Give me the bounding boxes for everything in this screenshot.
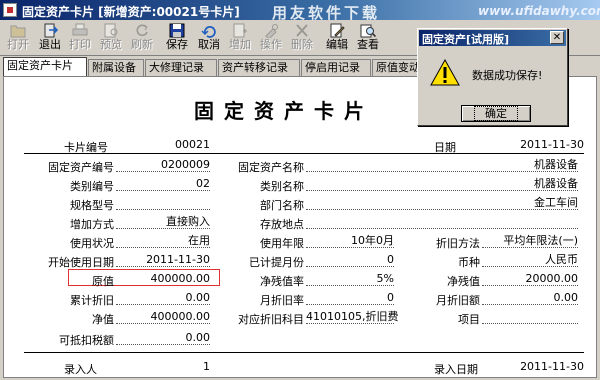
preview-icon [104, 23, 118, 38]
accrued-months-label: 已计提月份 [249, 256, 304, 269]
window-title: 固定资产卡片 [新增资产:00021号卡片] [22, 5, 240, 19]
tab-attached-equipment[interactable]: 附属设备 [88, 59, 144, 76]
delete-icon [296, 24, 308, 37]
footer-divider [24, 352, 584, 353]
monthly-depr-label: 月折旧额 [436, 294, 480, 307]
deductible-tax-field[interactable]: 0.00 [116, 331, 210, 345]
delete-button[interactable]: 删除 [286, 22, 318, 54]
deductible-tax-label: 可抵扣税额 [59, 334, 114, 347]
view-button[interactable]: 查看 [352, 22, 384, 54]
category-name-field[interactable]: 机器设备 [306, 177, 578, 191]
life-field[interactable]: 10年0月 [306, 234, 394, 248]
exit-icon [44, 23, 58, 38]
tab-asset-card[interactable]: 固定资产卡片 [3, 57, 87, 76]
date-value: 2011-11-30 [520, 138, 584, 151]
location-label: 存放地点 [260, 218, 304, 231]
dialog-title: 固定资产[试用版] [422, 33, 510, 46]
ok-button-label: 确定 [474, 106, 518, 121]
dialog-close-button[interactable]: ✕ [550, 31, 564, 44]
salvage-value-label: 净残值 [447, 275, 480, 288]
add-icon [233, 23, 247, 38]
cancel-icon [201, 26, 216, 38]
asset-code-field[interactable]: 0200009 [116, 158, 210, 172]
entry-date-label: 录入日期 [434, 363, 478, 376]
card-no-value: 00021 [175, 138, 210, 151]
add-method-field[interactable]: 直接购入 [116, 215, 210, 229]
category-code-field[interactable]: 02 [116, 177, 210, 191]
save-success-dialog: 固定资产[试用版] ✕ 数据成功保存! 确定 [417, 28, 568, 126]
asset-name-label: 固定资产名称 [238, 161, 304, 174]
usage-field[interactable]: 在用 [116, 234, 210, 248]
printer-icon [72, 23, 88, 36]
ok-button[interactable]: 确定 [461, 105, 531, 122]
asset-code-label: 固定资产编号 [48, 161, 114, 174]
tab-transfer-records[interactable]: 资产转移记录 [218, 59, 300, 76]
card-title: 固定资产卡片 [194, 99, 374, 123]
dialog-titlebar[interactable]: 固定资产[试用版] ✕ [419, 30, 566, 46]
net-value-field[interactable]: 400000.00 [116, 310, 210, 324]
add-method-label: 增加方式 [70, 218, 114, 231]
folder-open-icon [10, 25, 26, 38]
tab-start-stop-records[interactable]: 停启用记录 [301, 59, 371, 76]
dept-label: 部门名称 [260, 199, 304, 212]
dialog-message: 数据成功保存! [472, 69, 543, 82]
asset-name-field[interactable]: 机器设备 [306, 158, 578, 172]
life-label: 使用年限 [260, 237, 304, 250]
monthly-depr-field[interactable]: 0.00 [482, 291, 578, 305]
entry-date-value: 2011-11-30 [520, 360, 584, 373]
tab-value-change[interactable]: 原值变动 [372, 59, 420, 76]
accrued-months-field[interactable]: 0 [306, 253, 394, 267]
original-value-label: 原值 [92, 275, 114, 288]
close-icon: ✕ [552, 32, 562, 43]
app-icon [3, 3, 17, 17]
currency-label: 币种 [458, 256, 480, 269]
view-icon [360, 24, 376, 38]
tab-overhaul-records[interactable]: 大修理记录 [145, 59, 217, 76]
salvage-rate-label: 净残值率 [260, 275, 304, 288]
spec-label: 规格型号 [70, 199, 114, 212]
project-field[interactable] [482, 310, 578, 324]
edit-icon [330, 23, 345, 38]
refresh-icon [136, 24, 148, 37]
monthly-rate-field[interactable]: 0 [306, 291, 394, 305]
start-date-field[interactable]: 2011-11-30 [116, 253, 210, 267]
net-value-label: 净值 [92, 313, 114, 326]
project-label: 项目 [458, 313, 480, 326]
save-icon [169, 23, 185, 38]
entered-by-value: 1 [203, 360, 210, 373]
watermark-url: www.ufidawhy.com [478, 4, 600, 18]
currency-field[interactable]: 人民币 [482, 253, 578, 267]
accum-depr-label: 累计折旧 [70, 294, 114, 307]
location-field[interactable] [306, 215, 578, 229]
original-value-field[interactable]: 400000.00 [116, 272, 211, 286]
spec-field[interactable] [116, 196, 210, 210]
accum-depr-field[interactable]: 0.00 [116, 291, 210, 305]
start-date-label: 开始使用日期 [48, 256, 114, 269]
depr-account-field[interactable]: 41010105,折旧费 [306, 310, 399, 324]
depr-account-label: 对应折旧科目 [238, 313, 304, 326]
refresh-button[interactable]: 刷新 [126, 22, 158, 54]
monthly-rate-label: 月折旧率 [260, 294, 304, 307]
usage-label: 使用状况 [70, 237, 114, 250]
salvage-value-field[interactable]: 20000.00 [482, 272, 578, 286]
category-code-label: 类别编号 [70, 180, 114, 193]
salvage-rate-field[interactable]: 5% [306, 272, 394, 286]
window-titlebar[interactable]: 固定资产卡片 [新增资产:00021号卡片] 用友软件下载 www.ufidaw… [0, 0, 600, 22]
operate-icon [265, 24, 278, 38]
category-name-label: 类别名称 [260, 180, 304, 193]
depr-method-field[interactable]: 平均年限法(一) [482, 234, 578, 248]
entered-by-label: 录入人 [64, 363, 97, 376]
warning-icon [430, 59, 460, 86]
dept-field[interactable]: 金工车间 [306, 196, 578, 210]
depr-method-label: 折旧方法 [436, 237, 480, 250]
header-divider [24, 153, 584, 154]
